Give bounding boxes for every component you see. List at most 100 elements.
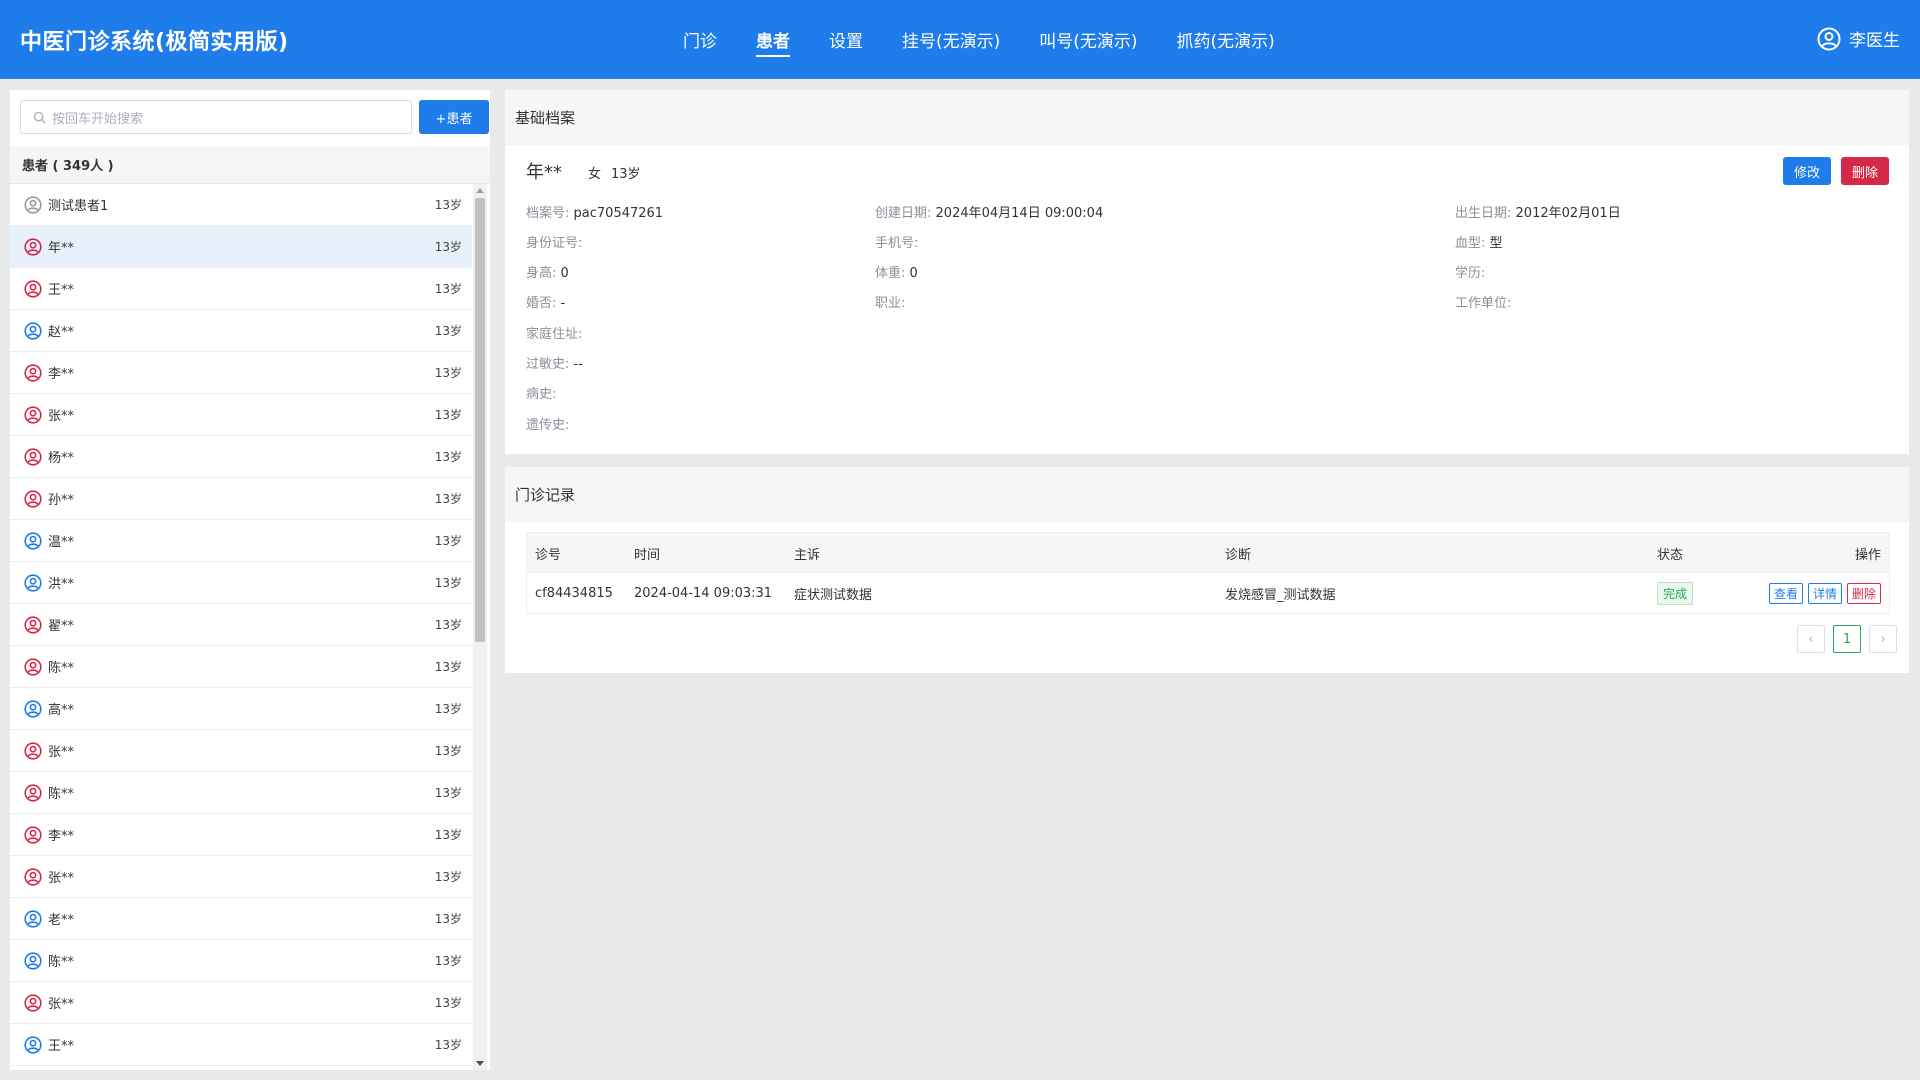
list-item[interactable]: 张** 13岁 [10,394,472,436]
nav-item-patients[interactable]: 患者 [756,0,790,79]
patient-sidebar: 按回车开始搜索 +患者 患者 ( 349人 ) 测试患者1 13岁 年** 13岁 王*… [10,90,490,1070]
patient-age: 13岁 [434,660,462,674]
address-label: 家庭住址: [526,327,583,342]
nav-item-registration[interactable]: 挂号(无演示) [902,0,1000,79]
visit-time: 2024-04-14 09:03:31 [634,585,773,601]
patient-name: 翟** [48,619,75,634]
patient-name: 王** [48,1039,75,1054]
col-actions: 操作 [1854,547,1881,563]
patient-name: 陈** [48,955,75,970]
top-navbar: 中医门诊系统(极简实用版) 门诊 患者 设置 挂号(无演示) 叫号(无演示) 抓… [0,0,1920,79]
patient-age: 13岁 [434,534,462,548]
scroll-thumb[interactable] [475,198,485,642]
list-item[interactable]: 洪** 13岁 [10,562,472,604]
patient-name: 老** [48,913,75,928]
marital-label: 婚否: [526,296,557,311]
list-item[interactable]: 李** 13岁 [10,352,472,394]
user-name: 李医生 [1849,31,1900,51]
list-item[interactable]: 翟** 13岁 [10,604,472,646]
patient-age: 13岁 [434,828,462,842]
scroll-down-arrow-icon[interactable] [476,1061,484,1066]
list-item[interactable]: 张** 13岁 [10,982,472,1024]
next-page-button[interactable]: › [1869,625,1897,653]
birth-label: 出生日期: [1455,206,1512,221]
list-item[interactable]: 陈** 13岁 [10,772,472,814]
main-nav: 门诊 患者 设置 挂号(无演示) 叫号(无演示) 抓药(无演示) [683,0,1314,79]
phone-label: 手机号: [875,236,919,251]
patient-name: 赵** [48,325,75,340]
visit-complaint: 症状测试数据 [794,587,873,603]
file-no-value: pac70547261 [573,206,664,221]
visit-diagnosis: 发烧感冒_测试数据 [1225,587,1336,603]
detail-record-button[interactable]: 详情 [1807,582,1842,604]
edit-profile-button[interactable]: 修改 [1783,157,1831,185]
field-medical-history: 病史: [526,383,556,402]
patient-age: 13岁 [434,366,462,380]
user-avatar-icon [1817,27,1841,50]
search-placeholder: 按回车开始搜索 [52,111,144,127]
list-item[interactable]: 测试患者1 13岁 [10,184,472,226]
list-item[interactable]: 老** 13岁 [10,898,472,940]
list-item[interactable]: 陈** 13岁 [10,940,472,982]
view-record-button[interactable]: 查看 [1768,582,1803,604]
patient-age: 13岁 [434,282,462,296]
list-item[interactable]: 王** 13岁 [10,268,472,310]
allergy-label: 过敏史: [526,357,570,372]
patient-name: 杨** [48,451,75,466]
user-menu[interactable]: 李医生 [1817,26,1900,51]
list-item[interactable]: 温** 13岁 [10,520,472,562]
patient-name: 李** [48,367,75,382]
delete-profile-button[interactable]: 删除 [1841,157,1889,185]
patient-list-scrollbar[interactable] [473,184,487,1070]
delete-record-button[interactable]: 删除 [1846,582,1881,604]
patient-search-input[interactable]: 按回车开始搜索 [20,100,412,134]
list-item[interactable]: 杨** 13岁 [10,436,472,478]
patient-sex: 女 [588,167,602,182]
add-patient-button[interactable]: +患者 [419,100,489,134]
prev-page-button[interactable]: ‹ [1797,625,1825,653]
patient-avatar-icon [24,699,42,718]
list-item[interactable]: 年** 13岁 [10,226,472,268]
page-1-button[interactable]: 1 [1833,625,1861,653]
list-item[interactable]: 陈** 13岁 [10,646,472,688]
patient-avatar-icon [24,573,42,592]
list-item[interactable]: 张** 13岁 [10,730,472,772]
patient-name: 温** [48,535,75,550]
nav-item-clinic[interactable]: 门诊 [683,0,717,79]
search-icon [33,111,46,124]
nav-item-pharmacy[interactable]: 抓药(无演示) [1177,0,1275,79]
patient-avatar-icon [24,279,42,298]
list-item[interactable]: 王** 13岁 [10,1024,472,1066]
genetic-label: 遗传史: [526,418,570,433]
list-item[interactable]: 张** 13岁 [10,856,472,898]
allergy-value: -- [573,357,583,372]
nav-item-settings[interactable]: 设置 [829,0,863,79]
list-item[interactable]: 李** 13岁 [10,814,472,856]
patient-avatar-icon [24,489,42,508]
list-item[interactable]: 高** 13岁 [10,688,472,730]
nav-item-calling[interactable]: 叫号(无演示) [1039,0,1137,79]
patient-avatar-icon [24,1035,42,1054]
birth-value: 2012年02月01日 [1515,206,1621,221]
patient-age: 13岁 [434,492,462,506]
field-address: 家庭住址: [526,323,582,342]
patient-avatar-icon [24,447,42,466]
list-item[interactable]: 赵** 13岁 [10,310,472,352]
patient-name: 张** [48,997,75,1012]
visit-status: 完成 [1657,573,1694,613]
patient-avatar-icon [24,741,42,760]
col-visit-no: 诊号 [535,547,562,563]
list-item[interactable]: 孙** 13岁 [10,478,472,520]
patient-avatar-icon [24,237,42,256]
field-education: 学历: [1455,262,1485,281]
field-marital: 婚否: - [526,292,565,311]
patient-name: 陈** [48,787,75,802]
patient-name: 孙** [48,493,75,508]
patient-age: 13岁 [434,996,462,1010]
patient-avatar-icon [24,825,42,844]
scroll-up-arrow-icon[interactable] [476,188,484,193]
field-weight: 体重: 0 [875,262,918,281]
patient-avatar-icon [24,321,42,340]
occupation-label: 职业: [875,296,906,311]
patient-name: 测试患者1 [48,199,109,214]
